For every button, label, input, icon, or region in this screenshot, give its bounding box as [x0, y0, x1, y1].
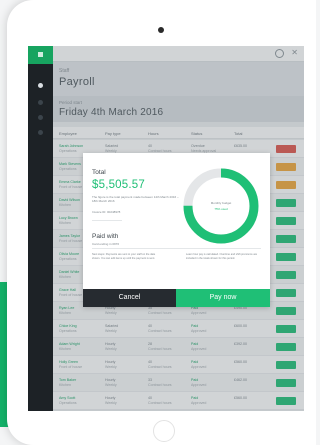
- total-label: Total: [92, 169, 106, 176]
- total-value: $5,505.57: [92, 179, 145, 191]
- total-description: The figure is the total payment made bet…: [92, 195, 179, 203]
- donut-label: Monthly budget: [210, 201, 232, 205]
- payment-modal: Total $5,505.57 The figure is the total …: [83, 153, 270, 307]
- cancel-button[interactable]: Cancel: [83, 289, 176, 307]
- budget-donut-chart: Monthly budget 75% used: [181, 166, 261, 246]
- divider: [92, 220, 122, 221]
- nav-staff-icon[interactable]: [38, 100, 43, 105]
- camera-icon: [158, 27, 164, 33]
- stage: ✕ Staff Payroll Period start Friday 4th …: [0, 0, 316, 445]
- app-screen: ✕ Staff Payroll Period start Friday 4th …: [28, 46, 304, 411]
- paid-with-label: Paid with: [92, 233, 119, 240]
- app-logo-icon[interactable]: [28, 46, 53, 64]
- next-steps-note: Next steps: Payments are sent to your st…: [92, 253, 156, 260]
- calculation-note: Learn how pay is calculated. Overtime an…: [186, 253, 258, 260]
- nav-payroll-icon[interactable]: [38, 83, 43, 88]
- home-button[interactable]: [153, 420, 175, 442]
- payment-method[interactable]: Card ending in 0976: [92, 242, 119, 246]
- divider: [92, 248, 261, 249]
- donut-value: 75% used: [214, 207, 228, 211]
- nav-schedule-icon[interactable]: [38, 115, 43, 120]
- pay-now-button[interactable]: Pay now: [176, 289, 270, 307]
- nav-settings-icon[interactable]: [38, 130, 43, 135]
- invoice-id: Invoice ID: 00248978: [92, 210, 121, 214]
- sidebar: [28, 46, 53, 411]
